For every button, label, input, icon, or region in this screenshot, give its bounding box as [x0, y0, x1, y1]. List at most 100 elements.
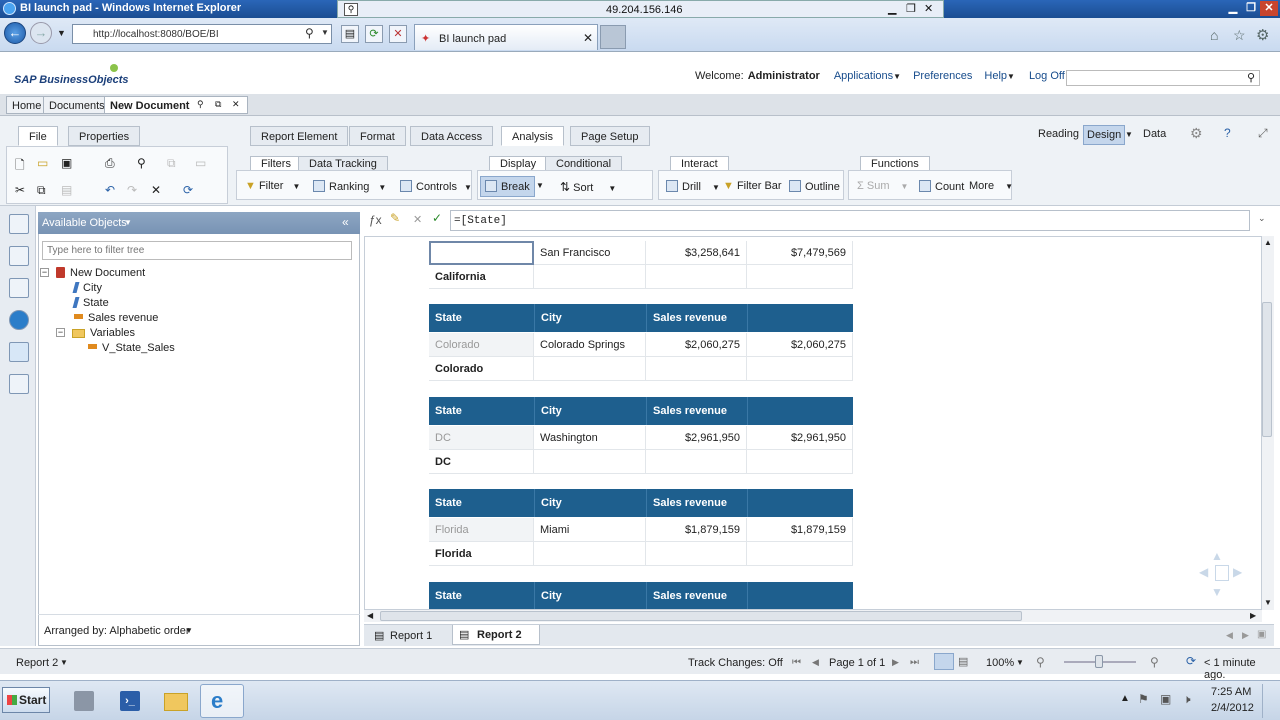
explorer-folder-icon[interactable]: [154, 684, 198, 718]
help-menu[interactable]: Help: [984, 70, 1007, 82]
selected-cell[interactable]: [429, 241, 534, 265]
zoom-slider-thumb[interactable]: [1095, 655, 1103, 668]
chevron-down-icon[interactable]: ▼: [1016, 658, 1024, 667]
tools-gear-icon[interactable]: ⚙: [1256, 26, 1269, 44]
clock-date[interactable]: 2/4/2012: [1211, 702, 1254, 714]
outline-button[interactable]: Outline: [789, 180, 840, 193]
server-manager-icon[interactable]: [62, 684, 106, 718]
tab-scroll-right-icon[interactable]: ▶: [1242, 630, 1249, 641]
volume-icon[interactable]: 🕨: [1183, 692, 1191, 707]
tab-analysis[interactable]: Analysis: [501, 126, 564, 146]
show-hidden-icons[interactable]: ▲: [1120, 693, 1130, 704]
tab-properties[interactable]: Properties: [68, 126, 140, 146]
expand-formula-icon[interactable]: ⌄: [1258, 213, 1266, 224]
page-left-arrow-icon[interactable]: ◀: [1199, 565, 1208, 579]
input-controls-icon[interactable]: [9, 278, 29, 298]
refresh-icon[interactable]: ⟳: [365, 25, 383, 43]
close-document-icon[interactable]: ✕: [232, 99, 240, 110]
pin-icon[interactable]: ⚲: [197, 99, 204, 110]
save-icon[interactable]: ▣: [61, 156, 72, 170]
copy-icon[interactable]: ⧉: [37, 183, 46, 198]
chevron-down-icon[interactable]: ▼: [1125, 130, 1133, 139]
tree-node-state[interactable]: State: [72, 297, 109, 309]
filter-bar-button[interactable]: ▼ Filter Bar: [723, 180, 782, 192]
more-button[interactable]: More ▼: [969, 180, 1013, 192]
formula-editor-icon[interactable]: ƒx: [369, 213, 382, 227]
remote-restore-icon[interactable]: ❐: [906, 2, 916, 15]
page-indicator[interactable]: Page 1 of 1: [829, 657, 885, 669]
zoom-level[interactable]: 100%: [986, 657, 1014, 669]
show-desktop-button[interactable]: [1262, 684, 1274, 718]
compatibility-icon[interactable]: ▤: [341, 25, 359, 43]
chevron-down-icon[interactable]: ▼: [124, 218, 132, 227]
report-tab-1[interactable]: ▤ Report 1: [370, 627, 440, 645]
help-icon[interactable]: ?: [1224, 126, 1231, 140]
close-icon[interactable]: ✕: [1260, 1, 1278, 16]
action-center-flag-icon[interactable]: ⚑: [1138, 692, 1149, 706]
powershell-icon[interactable]: ›_: [108, 684, 152, 718]
scroll-right-icon[interactable]: ▶: [1250, 611, 1256, 620]
filter-tree-input[interactable]: [42, 241, 352, 260]
scroll-down-icon[interactable]: ▼: [1264, 598, 1272, 607]
forward-icon[interactable]: →: [30, 22, 52, 44]
tab-scroll-left-icon[interactable]: ◀: [1226, 630, 1233, 641]
page-up-arrow-icon[interactable]: ▲: [1211, 549, 1223, 563]
data-tab-icon[interactable]: [9, 374, 29, 394]
tab-page-setup[interactable]: Page Setup: [570, 126, 650, 146]
delete-icon[interactable]: ✕: [151, 183, 161, 197]
next-page-icon[interactable]: ▶: [892, 657, 899, 668]
clock-time[interactable]: 7:25 AM: [1211, 686, 1251, 698]
tab-file[interactable]: File: [18, 126, 58, 146]
mode-data[interactable]: Data: [1143, 128, 1166, 140]
chevron-down-icon[interactable]: ▼: [60, 658, 68, 667]
first-page-icon[interactable]: ⏮: [792, 657, 801, 668]
controls-button[interactable]: Controls ▼: [400, 180, 472, 193]
drill-button[interactable]: Drill ▼: [666, 180, 720, 193]
stop-icon[interactable]: ✕: [389, 25, 407, 43]
chevron-down-icon[interactable]: ▼: [185, 626, 193, 635]
zoom-in-icon[interactable]: ⚲: [1150, 655, 1159, 669]
panel-title[interactable]: Available Objects: [42, 217, 127, 229]
address-bar[interactable]: http://localhost:8080/BOE/BI ⚲ ▼: [72, 24, 332, 44]
page-right-arrow-icon[interactable]: ▶: [1233, 565, 1242, 579]
favorites-icon[interactable]: ☆: [1233, 27, 1246, 44]
refresh-data-icon[interactable]: ⟳: [183, 183, 193, 197]
tab-close-icon[interactable]: ✕: [583, 31, 593, 45]
browser-tab[interactable]: ✦ BI launch pad ✕: [414, 24, 598, 50]
restore-icon[interactable]: ⧉: [215, 99, 221, 110]
ranking-button[interactable]: Ranking ▼: [313, 180, 386, 193]
last-page-icon[interactable]: ⏭: [910, 657, 919, 668]
remote-minimize-icon[interactable]: ▁: [888, 2, 896, 15]
back-icon[interactable]: ←: [4, 22, 26, 44]
logoff-link[interactable]: Log Off: [1029, 70, 1065, 82]
page-center-icon[interactable]: [1215, 565, 1229, 581]
network-icon[interactable]: ▣: [1160, 692, 1171, 706]
settings-gear-icon[interactable]: ⚙: [1190, 125, 1203, 142]
header-search-input[interactable]: ⚲: [1066, 70, 1260, 86]
tab-report-element[interactable]: Report Element: [250, 126, 349, 146]
paste-icon[interactable]: ▤: [61, 183, 72, 197]
redo-icon[interactable]: ↷: [127, 183, 137, 197]
tab-home[interactable]: Home: [6, 96, 48, 114]
home-icon[interactable]: ⌂: [1210, 27, 1218, 43]
tab-format[interactable]: Format: [349, 126, 406, 146]
collapse-toggle-icon[interactable]: −: [40, 268, 49, 277]
history-dropdown-icon[interactable]: ▼: [57, 28, 66, 38]
cut-icon[interactable]: ✂: [15, 183, 25, 197]
break-button[interactable]: Break: [480, 176, 535, 197]
tree-node-v-state-sales[interactable]: V_State_Sales: [88, 342, 175, 354]
tab-list-icon[interactable]: ▣: [1257, 629, 1266, 640]
formula-input[interactable]: =[State]: [450, 210, 1250, 231]
vertical-scroll-thumb[interactable]: [1262, 302, 1272, 437]
tab-data-access[interactable]: Data Access: [410, 126, 494, 146]
filter-button[interactable]: ▼ Filter ▼: [245, 180, 300, 192]
validate-formula-icon[interactable]: ✓: [432, 211, 442, 225]
tab-documents[interactable]: Documents: [43, 96, 111, 114]
search-icon[interactable]: ⚲: [305, 26, 314, 40]
publish-icon[interactable]: ⧉: [167, 156, 176, 171]
export-icon[interactable]: ▭: [195, 156, 206, 170]
print-icon[interactable]: ⎙: [105, 156, 115, 171]
tab-new-document[interactable]: New Document ⚲ ⧉ ✕: [104, 96, 248, 114]
web-services-icon[interactable]: [9, 310, 29, 330]
new-document-icon[interactable]: 🗋: [15, 156, 25, 177]
